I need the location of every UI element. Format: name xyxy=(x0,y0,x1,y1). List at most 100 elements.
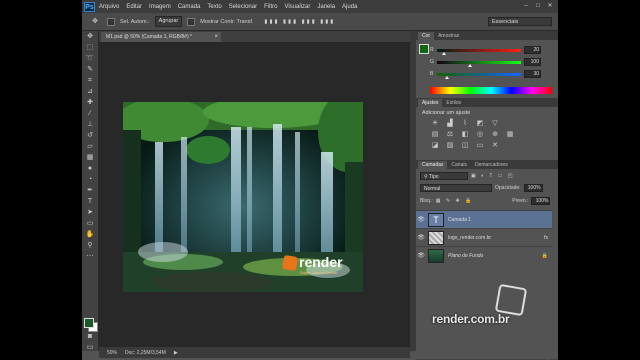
close-button[interactable]: ✕ xyxy=(546,2,554,10)
dodge-tool-icon[interactable]: ◔ xyxy=(82,174,98,185)
gradient-map-icon[interactable]: ▭ xyxy=(475,142,485,150)
tab-canais[interactable]: Canais xyxy=(447,161,471,169)
zoom-tool-icon[interactable]: ⚲ xyxy=(82,240,98,251)
lookup-icon[interactable]: ▦ xyxy=(505,131,515,139)
tab-ajustes[interactable]: Ajustes xyxy=(418,99,443,107)
workspace-select[interactable]: Essenciais xyxy=(488,17,552,26)
bw-icon[interactable]: ◧ xyxy=(460,131,470,139)
tab-estilos[interactable]: Estilos xyxy=(442,99,465,107)
vibrance-icon[interactable]: ▽ xyxy=(490,120,500,128)
hand-tool-icon[interactable]: ✋ xyxy=(82,229,98,240)
levels-icon[interactable]: ▟ xyxy=(445,120,455,128)
menu-editar[interactable]: Editar xyxy=(126,4,142,10)
color-balance-icon[interactable]: ⚖ xyxy=(445,131,455,139)
menu-janela[interactable]: Janela xyxy=(317,4,335,10)
blur-tool-icon[interactable]: ● xyxy=(82,163,98,174)
auto-select-target-select[interactable]: Agrupar xyxy=(154,16,183,27)
tab-camadas[interactable]: Camadas xyxy=(418,161,448,169)
menu-visualizar[interactable]: Visualizar xyxy=(284,4,310,10)
color-spectrum-bar[interactable] xyxy=(430,87,552,94)
layer-name[interactable]: logo_render.com.br xyxy=(448,235,491,241)
clone-stamp-tool-icon[interactable]: ⊥ xyxy=(82,119,98,130)
zoom-level[interactable]: 50% xyxy=(107,350,117,356)
visibility-eye-icon[interactable]: 👁 xyxy=(416,234,426,241)
quick-select-tool-icon[interactable]: ✎ xyxy=(82,64,98,75)
menu-ajuda[interactable]: Ajuda xyxy=(342,4,357,10)
canvas-area[interactable]: render Super Cursos Online xyxy=(99,42,410,347)
quick-mask-icon[interactable]: ◙ xyxy=(82,331,98,342)
lock-icons[interactable]: ▦ ✎ ✥ 🔒 xyxy=(436,198,474,204)
layer-name[interactable]: Plano de Fundo xyxy=(448,253,483,259)
tab-amostras[interactable]: Amostras xyxy=(434,32,463,40)
more-tools-icon[interactable]: ⋯ xyxy=(82,251,98,262)
opacity-field[interactable]: 100% xyxy=(523,184,543,192)
crop-tool-icon[interactable]: ⌗ xyxy=(82,75,98,86)
move-tool-icon[interactable]: ✥ xyxy=(82,31,98,42)
blue-slider[interactable] xyxy=(437,72,521,79)
posterize-icon[interactable]: ▨ xyxy=(445,142,455,150)
invert-icon[interactable]: ◪ xyxy=(430,142,440,150)
fx-badge[interactable]: fx xyxy=(544,235,548,241)
document-tab[interactable]: M1.psd @ 50% (Camada 1, RGB/8#) * × xyxy=(101,32,221,42)
layer-name[interactable]: Camada 1 xyxy=(448,217,471,223)
healing-tool-icon[interactable]: ✚ xyxy=(82,97,98,108)
threshold-icon[interactable]: ◫ xyxy=(460,142,470,150)
layer-row-camada-1[interactable]: 👁 T Camada 1 xyxy=(416,210,552,228)
menu-arquivo[interactable]: Arquivo xyxy=(99,4,119,10)
red-slider[interactable] xyxy=(437,48,521,55)
red-value-field[interactable]: 20 xyxy=(524,46,541,54)
blend-mode-select[interactable]: Normal xyxy=(420,184,492,192)
selective-color-icon[interactable]: ✕ xyxy=(490,142,500,150)
tools-panel: ✥ ⬚ ➰ ✎ ⌗ ⊿ ✚ ⁄ ⊥ ↺ ▱ ▦ ● ◔ ✒ T ➤ ▭ ✋ ⚲ … xyxy=(82,31,99,351)
move-tool-preset-icon[interactable]: ✥ xyxy=(88,16,102,27)
exposure-icon[interactable]: ◩ xyxy=(475,120,485,128)
fill-field[interactable]: 100% xyxy=(531,197,551,205)
foreground-color-swatch[interactable] xyxy=(84,318,94,328)
history-brush-tool-icon[interactable]: ↺ xyxy=(82,130,98,141)
auto-select-checkbox[interactable] xyxy=(107,17,115,26)
hue-icon[interactable]: ▤ xyxy=(430,131,440,139)
channel-mixer-icon[interactable]: ⊕ xyxy=(490,131,500,139)
shape-tool-icon[interactable]: ▭ xyxy=(82,218,98,229)
green-slider-marker-icon[interactable] xyxy=(467,63,472,67)
blue-value-field[interactable]: 30 xyxy=(524,70,541,78)
fg-color-chip[interactable] xyxy=(419,44,429,54)
visibility-eye-icon[interactable]: 👁 xyxy=(416,216,426,223)
menu-filtro[interactable]: Filtro xyxy=(264,4,277,10)
maximize-button[interactable]: □ xyxy=(534,2,542,10)
status-arrow-icon[interactable]: ▶ xyxy=(174,350,178,356)
photo-filter-icon[interactable]: ◎ xyxy=(475,131,485,139)
layer-row-logo[interactable]: 👁 logo_render.com.br fx xyxy=(416,228,552,246)
menu-texto[interactable]: Texto xyxy=(207,4,221,10)
filter-icons[interactable]: ▣ ◐ T ▭ ◰ xyxy=(471,173,515,179)
eraser-tool-icon[interactable]: ▱ xyxy=(82,141,98,152)
tab-cor[interactable]: Cor xyxy=(418,32,435,40)
green-slider[interactable] xyxy=(437,60,521,67)
menu-camada[interactable]: Camada xyxy=(178,4,201,10)
document-close-icon[interactable]: × xyxy=(214,32,218,42)
curves-icon[interactable]: ⌇ xyxy=(460,120,470,128)
eyedropper-tool-icon[interactable]: ⊿ xyxy=(82,86,98,97)
menu-imagem[interactable]: Imagem xyxy=(149,4,171,10)
path-select-tool-icon[interactable]: ➤ xyxy=(82,207,98,218)
menu-bar: Ps Arquivo Editar Imagem Camada Texto Se… xyxy=(82,0,558,13)
brush-tool-icon[interactable]: ⁄ xyxy=(82,108,98,119)
menu-selecionar[interactable]: Selecionar xyxy=(229,4,257,10)
pen-tool-icon[interactable]: ✒ xyxy=(82,185,98,196)
layer-filter-select[interactable]: ⚲ Tipo xyxy=(420,172,468,180)
align-buttons-icon[interactable]: ▮▮▮ ▮▮▮ ▮▮▮ ▮▮▮ xyxy=(264,19,335,25)
gradient-tool-icon[interactable]: ▦ xyxy=(82,152,98,163)
blue-slider-marker-icon[interactable] xyxy=(445,75,450,79)
visibility-eye-icon[interactable]: 👁 xyxy=(416,252,426,259)
tab-demarcadores[interactable]: Demarcadores xyxy=(471,161,512,169)
lasso-tool-icon[interactable]: ➰ xyxy=(82,53,98,64)
red-slider-marker-icon[interactable] xyxy=(441,51,446,55)
brightness-icon[interactable]: ☀ xyxy=(430,120,440,128)
marquee-tool-icon[interactable]: ⬚ xyxy=(82,42,98,53)
show-transform-checkbox[interactable] xyxy=(187,17,196,26)
green-value-field[interactable]: 100 xyxy=(524,58,541,66)
layer-row-plano-de-fundo[interactable]: 👁 Plano de Fundo 🔒 xyxy=(416,246,552,264)
minimize-button[interactable]: – xyxy=(522,2,530,10)
type-tool-icon[interactable]: T xyxy=(82,196,98,207)
screen-mode-icon[interactable]: ▭ xyxy=(82,342,98,353)
